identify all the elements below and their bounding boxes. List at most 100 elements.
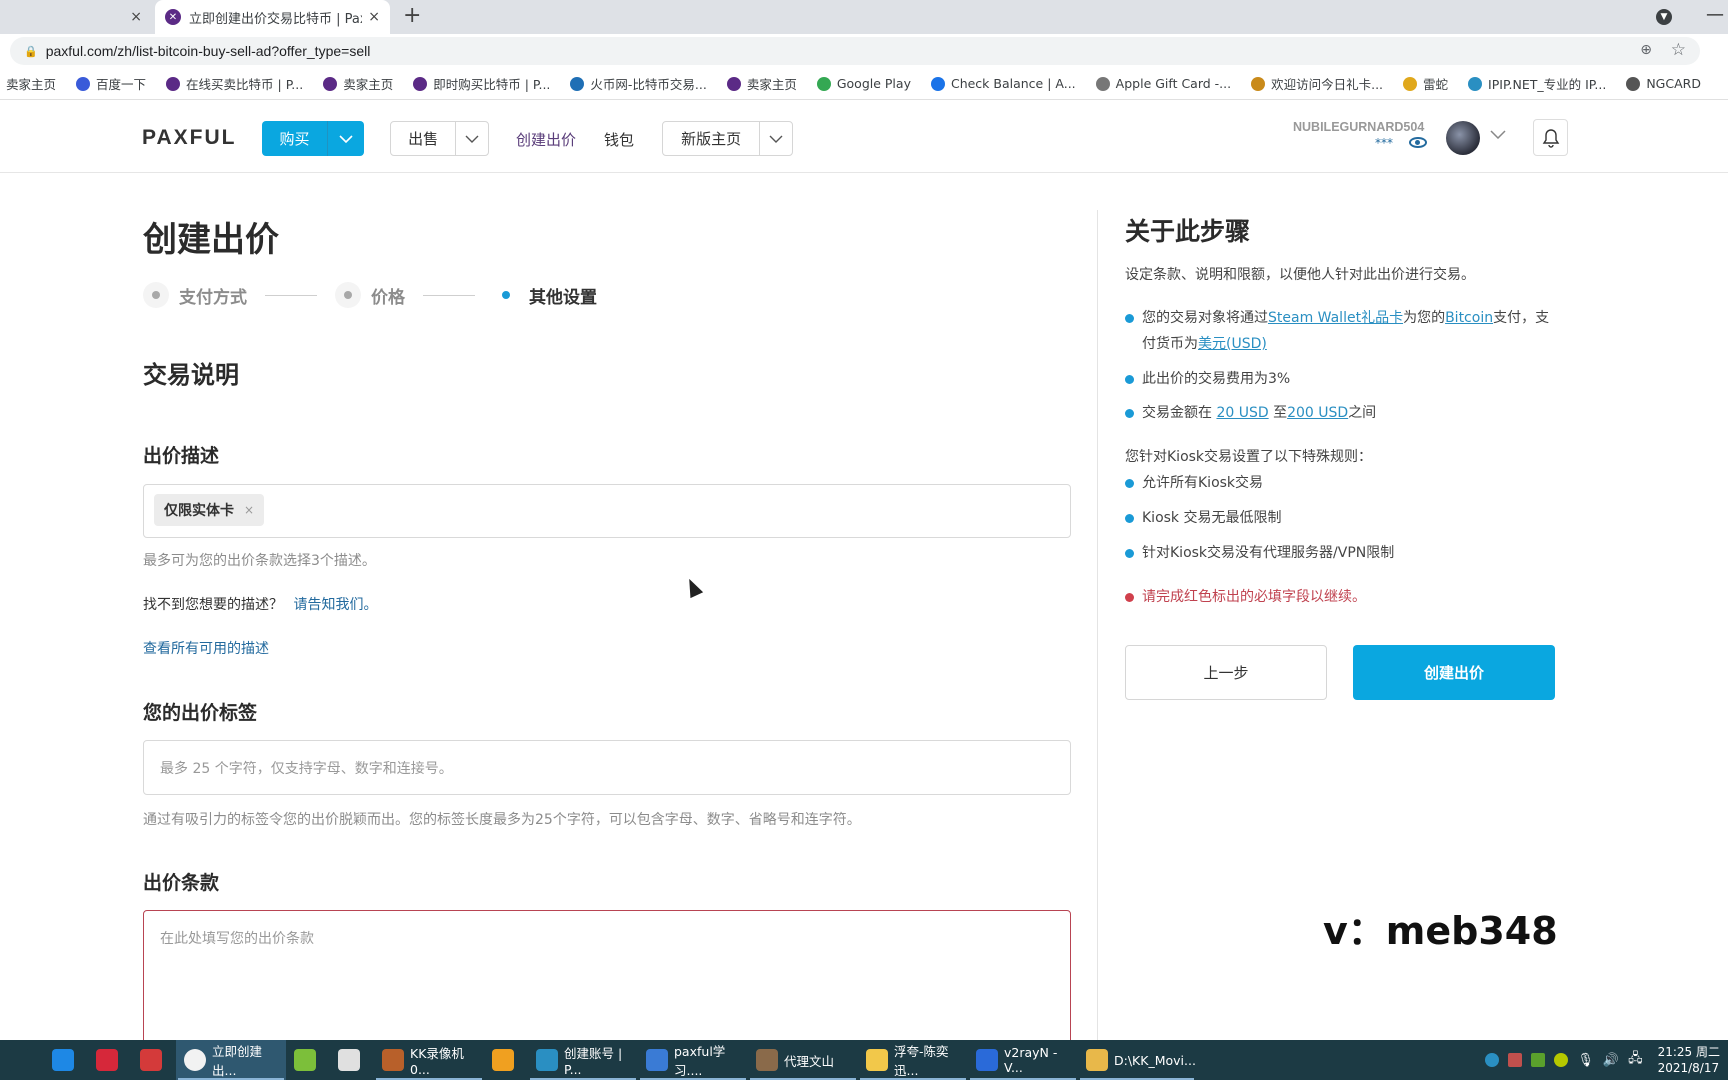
bookmark-item[interactable]: 卖家主页 (6, 74, 56, 93)
plus-tray-icon[interactable] (1554, 1053, 1569, 1067)
avatar[interactable] (1446, 121, 1480, 155)
omnibox[interactable]: 🔒 paxful.com/zh/list-bitcoin-buy-sell-ad… (10, 37, 1700, 65)
close-tab-icon[interactable]: × (130, 9, 142, 25)
chevron-down-icon[interactable] (456, 122, 488, 155)
bookmark-label: 百度一下 (96, 77, 147, 92)
bookmark-item[interactable]: 百度一下 (76, 74, 146, 93)
taskbar-item[interactable]: D:\KK_Movi... (1078, 1040, 1196, 1080)
step-other-settings[interactable]: 其他设置 (493, 282, 597, 308)
step-payment-method[interactable]: 支付方式 (143, 282, 247, 308)
eye-icon[interactable] (1409, 137, 1427, 148)
chevron-down-icon[interactable] (760, 122, 792, 155)
new-home-dropdown-button[interactable]: 新版主页 (662, 121, 793, 156)
taskbar-item[interactable]: v2rayN - V... (968, 1040, 1078, 1080)
bookmark-label: 雷蛇 (1423, 77, 1449, 92)
bookmark-item[interactable]: 火币网-比特币交易... (570, 74, 707, 93)
taskbar-item[interactable]: 立即创建出... (176, 1040, 286, 1080)
create-offer-link[interactable]: 创建出价 (516, 129, 576, 150)
tell-us-link[interactable]: 请告知我们。 (293, 597, 377, 613)
sidebar-title: 关于此步骤 (1125, 217, 1251, 246)
chevron-down-icon[interactable] (1490, 127, 1506, 143)
taskbar-item[interactable]: 创建账号 | P... (528, 1040, 638, 1080)
stepper: 支付方式 价格 其他设置 (143, 282, 597, 308)
step-price[interactable]: 价格 (335, 282, 405, 308)
taskbar-item[interactable] (132, 1040, 176, 1080)
paxful-logo[interactable]: PAXFUL (142, 126, 236, 150)
bookmark-item[interactable]: Google Play (816, 76, 911, 91)
tab-active[interactable]: ✕ 立即创建出价交易比特币 | Paxful × (155, 0, 390, 34)
offer-description-input[interactable]: 仅限实体卡 × (143, 484, 1071, 538)
taskbar-item[interactable] (330, 1040, 374, 1080)
bookmark-label: 卖家主页 (6, 77, 57, 92)
taskbar-item[interactable]: 浮夸-陈奕迅... (858, 1040, 968, 1080)
taskbar-item-label: 代理文山 (784, 1053, 835, 1069)
balance-masked: *** (1375, 136, 1393, 150)
volume-red-icon[interactable] (1508, 1053, 1523, 1067)
square-blue-icon (930, 76, 945, 91)
crypto-link[interactable]: Bitcoin (1445, 310, 1493, 326)
ie-tray-icon[interactable] (1485, 1053, 1500, 1067)
chrome-icon (184, 1049, 206, 1071)
huobi-flame-icon (570, 76, 585, 91)
buy-dropdown-button[interactable]: 购买 (262, 121, 364, 156)
system-clock[interactable]: 21:25 周二 2021/8/17 (1658, 1044, 1720, 1076)
taskbar-item[interactable]: paxful学习.... (638, 1040, 748, 1080)
bookmark-item[interactable]: Check Balance | A... (930, 76, 1076, 91)
offer-tag-input[interactable]: 最多 25 个字符，仅支持字母、数字和连接号。 (143, 740, 1071, 795)
internet-explorer-icon (52, 1049, 74, 1071)
new-home-label[interactable]: 新版主页 (663, 122, 761, 155)
chevron-down-icon[interactable] (328, 121, 364, 156)
bookmark-star-icon[interactable]: ☆ (1671, 40, 1686, 60)
remove-tag-icon[interactable]: × (244, 503, 254, 517)
previous-step-button[interactable]: 上一步 (1125, 645, 1327, 700)
taskbar-item[interactable]: KK录像机 0... (374, 1040, 484, 1080)
taskbar-item[interactable] (484, 1040, 528, 1080)
minimize-window-button[interactable]: — (1706, 4, 1724, 25)
bookmark-item[interactable]: Apple Gift Card -... (1095, 76, 1231, 91)
sell-dropdown-button[interactable]: 出售 (390, 121, 489, 156)
tab-inactive[interactable]: × (0, 0, 152, 34)
view-all-descriptions-link[interactable]: 查看所有可用的描述 (143, 638, 269, 658)
taskbar-item[interactable] (0, 1040, 44, 1080)
url-text[interactable]: paxful.com/zh/list-bitcoin-buy-sell-ad?o… (46, 43, 371, 59)
mouse-cursor-icon (682, 575, 704, 599)
step-dot (502, 291, 510, 299)
payment-method-link[interactable]: Steam Wallet礼品卡 (1268, 310, 1403, 326)
nvidia-icon[interactable] (1531, 1053, 1546, 1067)
currency-link[interactable]: 美元(USD) (1198, 336, 1267, 352)
bookmark-item[interactable]: 卖家主页 (726, 74, 797, 93)
kk-recorder-icon (382, 1049, 404, 1071)
bookmark-item[interactable]: 卖家主页 (323, 74, 393, 93)
step-label: 价格 (371, 287, 405, 308)
create-offer-button[interactable]: 创建出价 (1353, 645, 1555, 700)
taskbar-item[interactable]: 代理文山 (748, 1040, 858, 1080)
speaker-icon[interactable]: 🔊 (1603, 1053, 1619, 1068)
bookmark-item[interactable]: NGCARD (1626, 76, 1701, 91)
tab-search-icon[interactable]: ▼ (1656, 9, 1672, 25)
taskbar-item-label: 立即创建出... (212, 1044, 263, 1078)
wallet-link[interactable]: 钱包 (604, 129, 634, 150)
zoom-in-icon[interactable]: ⊕ (1640, 42, 1652, 58)
offer-terms-textarea[interactable]: 在此处填写您的出价条款 (143, 910, 1071, 1050)
taskbar-item-label: v2rayN - V... (1004, 1045, 1058, 1075)
notifications-button[interactable] (1533, 119, 1568, 156)
bookmark-item[interactable]: IPIP.NET_专业的 IP... (1468, 74, 1606, 93)
kugou-icon (866, 1049, 888, 1071)
close-tab-icon[interactable]: × (368, 9, 380, 25)
bookmark-item[interactable]: 在线买卖比特币 | P... (166, 74, 303, 93)
new-tab-button[interactable]: + (403, 3, 421, 28)
bookmark-item[interactable]: 雷蛇 (1403, 74, 1448, 93)
taskbar-item[interactable] (44, 1040, 88, 1080)
bookmark-item[interactable]: 即时购买比特币 | P... (413, 74, 550, 93)
username[interactable]: NUBILEGURNARD504 (1293, 120, 1424, 134)
kiosk-intro: 您针对Kiosk交易设置了以下特殊规则： (1125, 449, 1373, 465)
max-amount-link[interactable]: 200 USD (1287, 405, 1348, 421)
network-icon[interactable]: 🖧 (1628, 1049, 1643, 1071)
buy-label[interactable]: 购买 (262, 121, 328, 156)
bookmark-item[interactable]: 欢迎访问今日礼卡... (1251, 74, 1383, 93)
microphone-icon[interactable]: 🎙 (1577, 1053, 1594, 1068)
min-amount-link[interactable]: 20 USD (1216, 405, 1268, 421)
taskbar-item[interactable] (286, 1040, 330, 1080)
sell-label[interactable]: 出售 (391, 122, 457, 155)
taskbar-item[interactable] (88, 1040, 132, 1080)
